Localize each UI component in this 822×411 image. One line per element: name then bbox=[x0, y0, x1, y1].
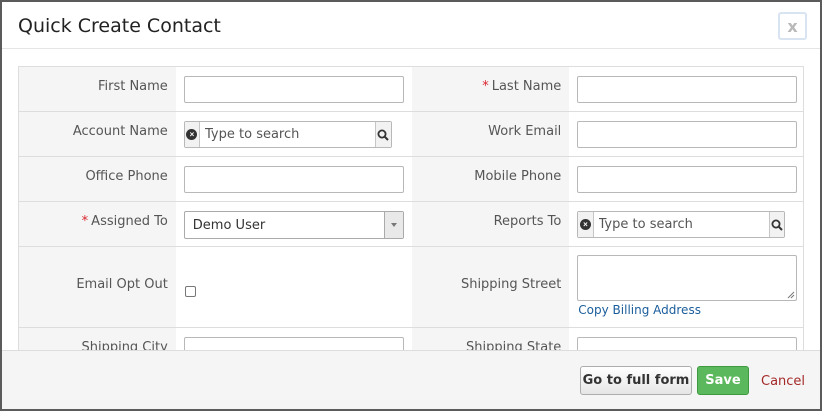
form-row: First Name * Last Name bbox=[19, 67, 803, 112]
email-opt-out-label: Email Opt Out bbox=[76, 277, 168, 292]
shipping-city-label: Shipping City bbox=[81, 340, 168, 350]
chevron-down-icon bbox=[390, 223, 397, 227]
field-cell: × bbox=[569, 202, 803, 246]
field-cell: Copy Billing Address bbox=[569, 247, 803, 327]
email-opt-out-checkbox[interactable] bbox=[184, 286, 196, 297]
work-email-label: Work Email bbox=[488, 124, 562, 139]
last-name-input[interactable] bbox=[577, 76, 798, 103]
field-cell bbox=[569, 328, 803, 350]
field-cell bbox=[175, 247, 412, 327]
field-cell bbox=[569, 157, 803, 201]
label-cell: Reports To bbox=[411, 202, 570, 246]
save-button[interactable]: Save bbox=[697, 366, 749, 395]
work-email-input[interactable] bbox=[577, 121, 798, 148]
reports-search-button[interactable] bbox=[768, 212, 785, 237]
account-name-search: × bbox=[183, 121, 392, 148]
label-cell: Shipping Street bbox=[411, 247, 570, 327]
search-icon bbox=[377, 129, 390, 141]
account-clear-button[interactable]: × bbox=[184, 122, 201, 147]
field-cell bbox=[569, 112, 803, 156]
account-name-label: Account Name bbox=[72, 124, 168, 139]
last-name-label-text: Last Name bbox=[491, 79, 562, 94]
office-phone-label: Office Phone bbox=[85, 169, 168, 184]
form-row: Email Opt Out Shipping Street Copy Billi… bbox=[19, 247, 803, 328]
label-cell: Mobile Phone bbox=[411, 157, 570, 201]
assigned-to-value: Demo User bbox=[192, 218, 266, 233]
label-cell: First Name bbox=[19, 67, 176, 111]
account-name-input[interactable] bbox=[200, 122, 376, 147]
reports-to-input[interactable] bbox=[593, 212, 769, 237]
field-cell bbox=[175, 328, 412, 350]
reports-to-label: Reports To bbox=[493, 214, 562, 229]
form-row: * Assigned To Demo User Reports To × Typ… bbox=[19, 202, 803, 247]
field-cell bbox=[175, 67, 412, 111]
field-cell: × bbox=[175, 112, 412, 156]
shipping-state-input[interactable] bbox=[577, 337, 798, 350]
assigned-to-select[interactable]: Demo User bbox=[183, 211, 404, 239]
shipping-street-textarea[interactable] bbox=[577, 255, 798, 301]
label-cell: Shipping City bbox=[19, 328, 176, 350]
assigned-to-label-text: Assigned To bbox=[91, 214, 168, 229]
close-icon: x bbox=[787, 16, 798, 36]
clear-circle-icon: × bbox=[579, 219, 591, 230]
modal-title: Quick Create Contact bbox=[18, 15, 221, 37]
form-row: Shipping City Shipping State bbox=[19, 328, 803, 350]
label-cell: Account Name bbox=[19, 112, 176, 156]
last-name-label: * Last Name bbox=[482, 79, 561, 94]
office-phone-input[interactable] bbox=[183, 166, 404, 193]
field-cell: Demo User bbox=[175, 202, 412, 246]
label-cell: Email Opt Out bbox=[19, 247, 176, 327]
form-row: Account Name × Work Email bbox=[19, 112, 803, 157]
contact-form-grid: First Name * Last Name Account Name × Ty… bbox=[18, 66, 804, 350]
clear-circle-icon: × bbox=[186, 129, 198, 140]
modal-footer: Go to full form Save Cancel bbox=[2, 350, 820, 409]
shipping-city-input[interactable] bbox=[183, 337, 404, 350]
resize-handle-icon[interactable] bbox=[787, 291, 795, 299]
select-arrow[interactable] bbox=[383, 212, 403, 238]
label-cell: * Last Name bbox=[411, 67, 570, 111]
reports-to-search: × bbox=[577, 211, 786, 238]
reports-clear-button[interactable]: × bbox=[578, 212, 594, 237]
label-cell: * Assigned To bbox=[19, 202, 176, 246]
cancel-link[interactable]: Cancel bbox=[761, 374, 805, 389]
label-cell: Shipping State bbox=[411, 328, 570, 350]
required-mark: * bbox=[482, 79, 489, 94]
account-search-button[interactable] bbox=[375, 122, 391, 147]
shipping-state-label: Shipping State bbox=[466, 340, 562, 350]
assigned-to-label: * Assigned To bbox=[82, 214, 168, 229]
shipping-street-label: Shipping Street bbox=[460, 277, 562, 292]
first-name-input[interactable] bbox=[183, 76, 404, 103]
search-icon bbox=[771, 219, 783, 231]
quick-create-modal: Quick Create Contact x First Name * Last … bbox=[0, 0, 822, 411]
mobile-phone-input[interactable] bbox=[577, 166, 798, 193]
mobile-phone-label: Mobile Phone bbox=[474, 169, 562, 184]
copy-billing-address-link[interactable]: Copy Billing Address bbox=[578, 303, 701, 317]
go-to-full-form-button[interactable]: Go to full form bbox=[580, 366, 692, 395]
label-cell: Work Email bbox=[411, 112, 570, 156]
modal-body: First Name * Last Name Account Name × Ty… bbox=[2, 50, 820, 350]
required-mark: * bbox=[81, 214, 89, 229]
field-cell bbox=[569, 67, 803, 111]
first-name-label: First Name bbox=[97, 79, 168, 94]
modal-header: Quick Create Contact x bbox=[2, 2, 820, 49]
close-button[interactable]: x bbox=[778, 12, 807, 40]
field-cell bbox=[175, 157, 412, 201]
label-cell: Office Phone bbox=[19, 157, 176, 201]
form-row: Office Phone Mobile Phone bbox=[19, 157, 803, 202]
